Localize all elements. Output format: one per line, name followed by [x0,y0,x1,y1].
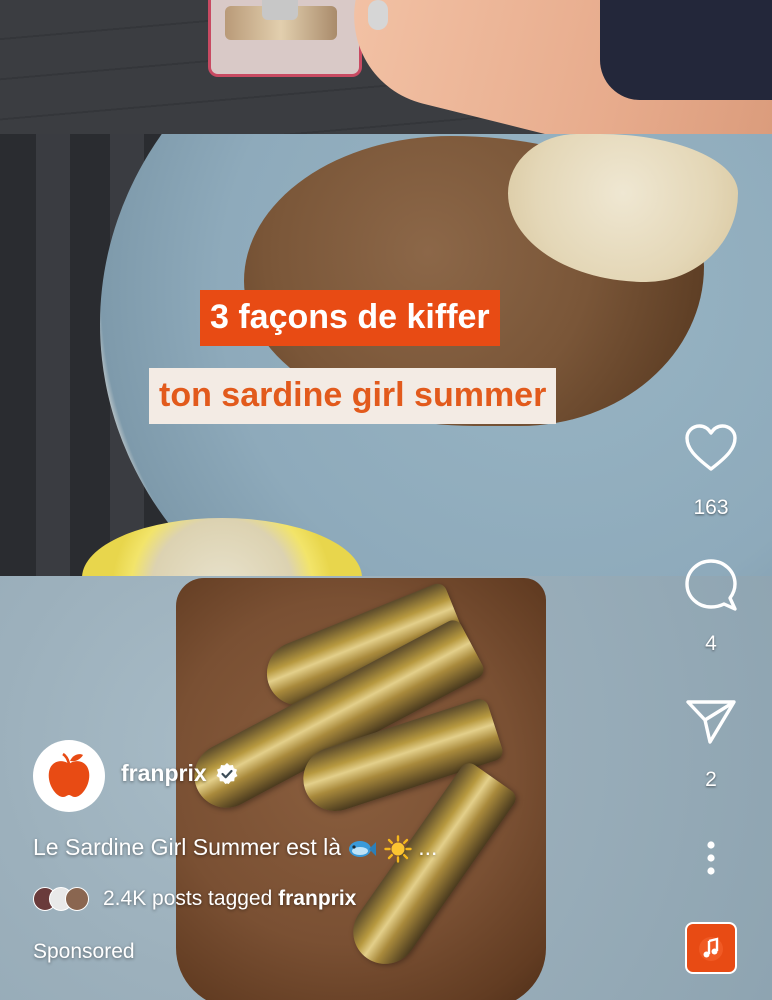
share-button[interactable] [680,696,742,746]
share-count: 2 [705,768,717,791]
tagged-posts-row[interactable]: 2.4K posts tagged franprix [33,884,356,914]
video-panel-top [0,0,772,134]
post-caption-text: Le Sardine Girl Summer est là [33,834,342,860]
comment-button[interactable] [680,556,742,614]
like-count: 163 [693,496,729,519]
video-panel-middle [0,134,772,576]
sponsored-label: Sponsored [33,940,135,963]
more-vertical-icon [707,841,715,875]
tagged-posts-text: 2.4K posts tagged franprix [103,887,357,910]
account-avatar[interactable] [33,740,105,812]
audio-track-button[interactable] [685,922,737,974]
shirt [600,0,772,100]
comment-icon [685,559,737,611]
video-caption-line-1: 3 façons de kiffer [200,290,500,346]
video-caption-line-2: ton sardine girl summer [149,368,557,424]
comment-count: 4 [705,632,717,655]
heart-icon [685,424,737,471]
more-options-button[interactable] [680,838,742,878]
verified-badge-icon [216,762,238,784]
caption-more-link[interactable]: ... [418,834,437,860]
video-panel-bottom [0,576,772,1000]
sun-emoji [384,835,412,863]
post-caption[interactable]: Le Sardine Girl Summer est là ... [33,834,437,863]
account-username-row[interactable]: franprix [121,760,239,787]
account-username[interactable]: franprix [121,760,207,787]
fork [262,0,298,20]
franprix-apple-logo-icon [48,752,90,797]
tagger-avatar [65,887,89,911]
like-button[interactable] [680,420,742,476]
send-icon [686,700,736,744]
fish-emoji [349,840,377,857]
tagged-account[interactable]: franprix [278,887,356,910]
music-note-icon [699,937,723,961]
ring [368,0,388,30]
